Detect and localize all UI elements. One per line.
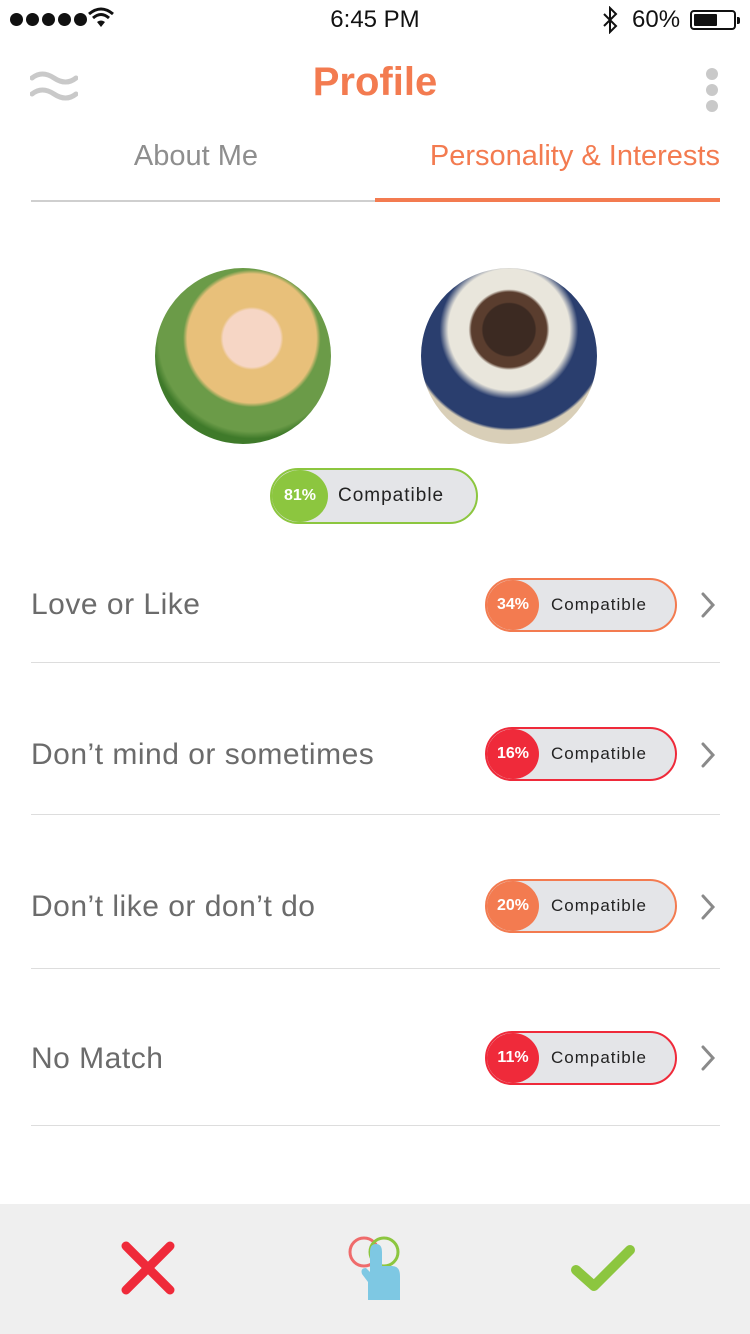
category-row-dont-mind[interactable]: Don’t mind or sometimes 16% Compatible <box>31 663 720 815</box>
status-bar: 6:45 PM 60% <box>0 0 750 40</box>
x-icon <box>121 1241 175 1295</box>
category-label: Don’t mind or sometimes <box>31 738 375 771</box>
overall-percent: 81% <box>272 470 328 522</box>
reject-button[interactable] <box>120 1240 176 1296</box>
checkmark-icon <box>571 1245 635 1291</box>
compatibility-badge: 16% Compatible <box>485 727 677 781</box>
chevron-right-icon[interactable] <box>699 893 717 921</box>
chevron-right-icon[interactable] <box>699 1044 717 1072</box>
category-row-no-match[interactable]: No Match 11% Compatible <box>31 969 720 1126</box>
chevron-right-icon[interactable] <box>699 591 717 619</box>
compatibility-badge: 20% Compatible <box>485 879 677 933</box>
compatible-label: Compatible <box>551 744 647 763</box>
compatibility-percent: 16% <box>487 729 539 779</box>
bluetooth-icon <box>603 6 618 34</box>
compatibility-badge: 11% Compatible <box>485 1031 677 1085</box>
compatible-label: Compatible <box>551 1048 647 1067</box>
compatibility-percent: 11% <box>487 1033 539 1083</box>
tab-bar: About Me Personality & Interests <box>31 140 720 202</box>
overall-compatible-label: Compatible <box>338 485 445 506</box>
avatar-match[interactable] <box>421 268 597 444</box>
compatibility-badge: 34% Compatible <box>485 578 677 632</box>
page-title: Profile <box>312 60 438 104</box>
category-row-love-or-like[interactable]: Love or Like 34% Compatible <box>31 556 720 663</box>
battery-percent: 60% <box>632 6 681 33</box>
avatar-user[interactable] <box>155 268 331 444</box>
compatible-label: Compatible <box>551 595 647 614</box>
overall-compatibility-badge: 81% Compatible <box>270 468 478 524</box>
compatibility-percent: 20% <box>487 881 539 931</box>
compatibility-percent: 34% <box>487 580 539 630</box>
tab-personality-interests[interactable]: Personality & Interests <box>367 140 720 173</box>
touch-compare-icon <box>348 1236 400 1300</box>
vertical-dots-icon[interactable] <box>704 68 720 112</box>
compatible-label: Compatible <box>551 896 647 915</box>
category-label: Love or Like <box>31 588 201 621</box>
compare-button[interactable] <box>344 1232 408 1304</box>
battery-fill <box>694 14 717 26</box>
category-label: Don’t like or don’t do <box>31 890 316 923</box>
tab-about-me[interactable]: About Me <box>31 140 361 173</box>
chevron-right-icon[interactable] <box>699 741 717 769</box>
accept-button[interactable] <box>570 1242 636 1294</box>
category-row-dont-like[interactable]: Don’t like or don’t do 20% Compatible <box>31 815 720 969</box>
active-tab-indicator <box>375 198 720 202</box>
category-label: No Match <box>31 1042 164 1075</box>
battery-icon <box>690 10 740 30</box>
